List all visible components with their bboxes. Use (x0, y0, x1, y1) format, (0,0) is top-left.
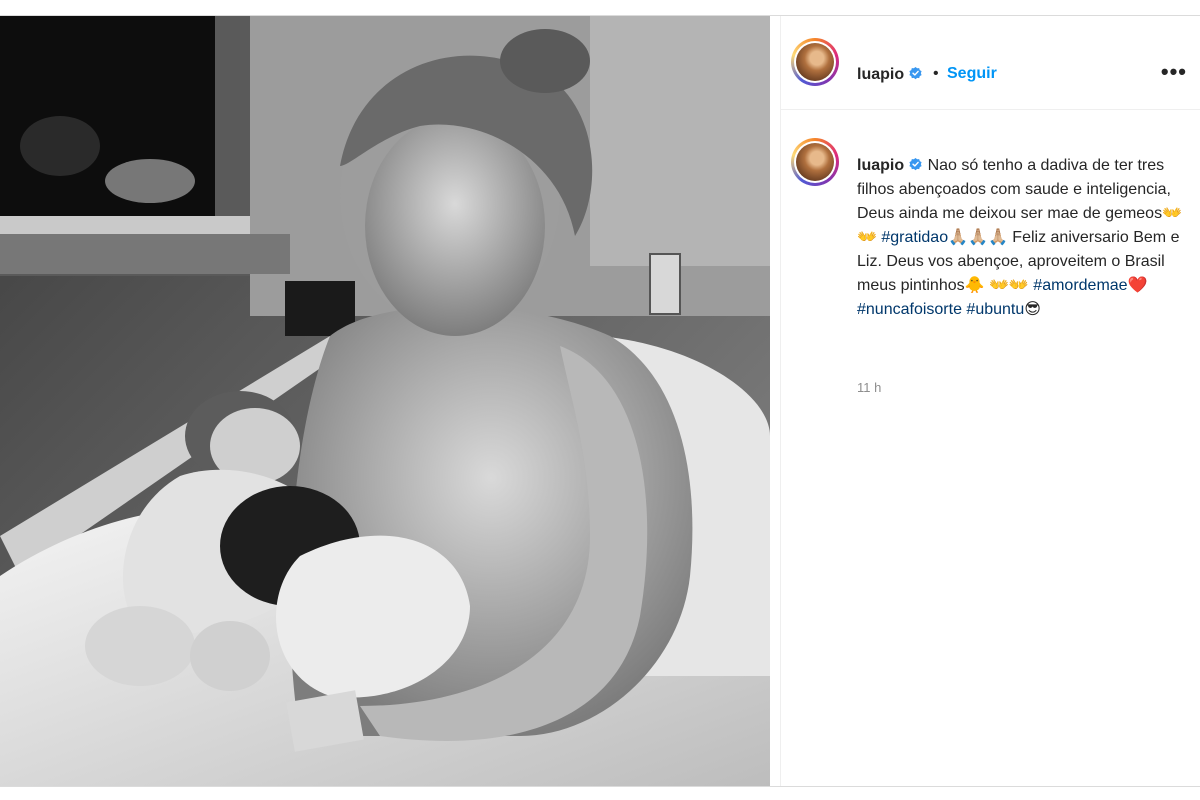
hashtag-nuncafoisorte[interactable]: #nuncafoisorte (857, 301, 962, 318)
caption-emoji-5: ❤️ (1127, 277, 1148, 294)
caption-emoji-4: 👐👐 (989, 277, 1029, 294)
verified-badge-icon (909, 66, 922, 80)
caption-text: luapio Nao só tenho a dadiva de ter tres… (857, 154, 1192, 322)
follow-button[interactable]: Seguir (947, 65, 997, 83)
hashtag-amordemae[interactable]: #amordemae (1033, 277, 1127, 294)
caption-emoji-6: 😎 (1024, 301, 1041, 318)
caption-username[interactable]: luapio (857, 157, 904, 174)
post-header: luapio • Seguir ••• (781, 16, 1200, 110)
caption-avatar[interactable] (791, 138, 839, 186)
post-timestamp[interactable]: 11 h (857, 380, 881, 395)
post-photo[interactable] (0, 16, 770, 786)
photo-image (0, 16, 770, 786)
post-sidebar: luapio • Seguir ••• luapio Nao só tenho … (780, 16, 1200, 786)
author-username[interactable]: luapio (857, 66, 904, 83)
hashtag-gratidao[interactable]: #gratidao (881, 229, 948, 246)
more-options-icon[interactable]: ••• (1161, 61, 1187, 83)
post-container: luapio • Seguir ••• luapio Nao só tenho … (0, 15, 1200, 787)
author-avatar[interactable] (791, 38, 839, 86)
caption-emoji-3: 🐥 (964, 277, 985, 294)
header-separator: • (933, 65, 939, 82)
caption-emoji-2: 🙏🏼🙏🏼🙏🏼 (948, 229, 1008, 246)
hashtag-ubuntu[interactable]: #ubuntu (966, 301, 1024, 318)
author-name-row: luapio (857, 66, 923, 84)
verified-badge-icon (909, 157, 922, 171)
